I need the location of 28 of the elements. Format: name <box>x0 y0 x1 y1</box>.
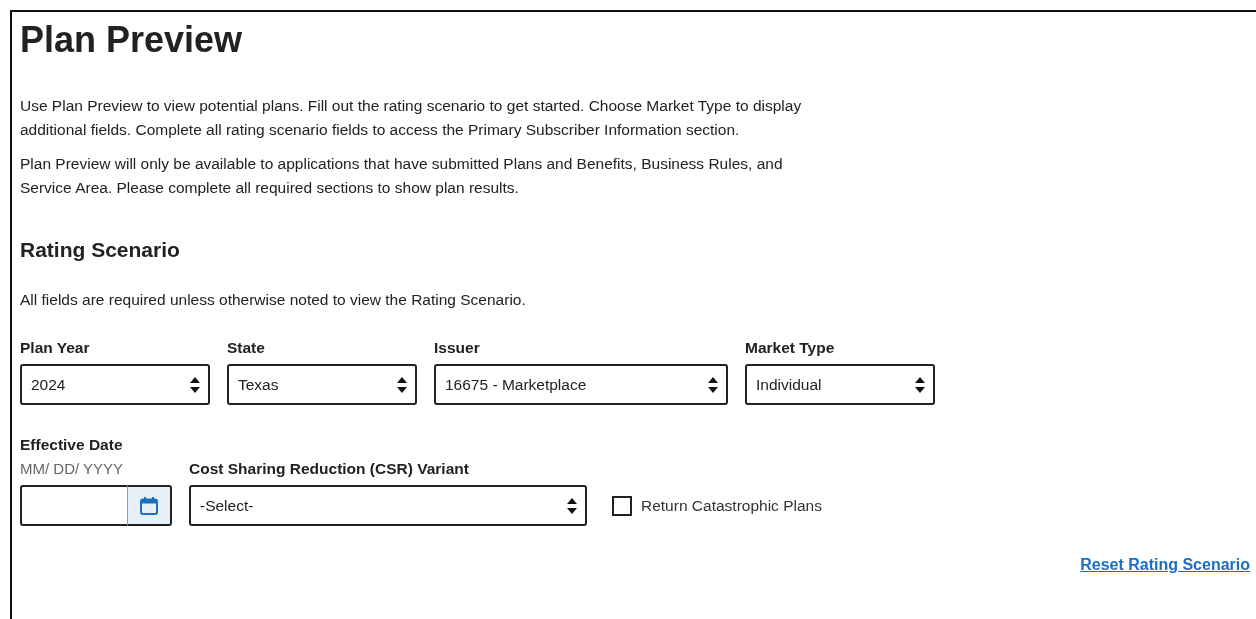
calendar-icon <box>139 495 159 516</box>
updown-arrows-icon <box>567 497 577 514</box>
date-format-hint: MM/ DD/ YYYY <box>20 459 125 479</box>
field-label: Plan Year <box>20 338 91 358</box>
updown-arrows-icon <box>915 376 925 393</box>
reset-link[interactable]: Reset Rating Scenario <box>1080 556 1250 574</box>
field-label: Cost Sharing Reduction (CSR) Variant <box>189 459 470 479</box>
intro-paragraph: Plan Preview will only be available to applications that have submitted Plans and Benefits, Business Rules, and Service Area. Please complete all required sections to show plan results. <box>20 154 784 198</box>
section-note: All fields are required unless otherwise noted to view the Rating Scenario. <box>20 290 527 310</box>
field-label: Issuer <box>434 338 481 358</box>
section-heading: Rating Scenario <box>20 237 181 263</box>
checkbox[interactable] <box>612 495 632 516</box>
field-label: Effective Date <box>20 435 124 455</box>
calendar-button[interactable] <box>128 485 172 526</box>
dropdown[interactable]: -Select- <box>189 485 587 526</box>
updown-arrows-icon <box>190 376 200 393</box>
date-field[interactable] <box>20 485 128 526</box>
updown-arrows-icon <box>397 376 407 393</box>
dropdown[interactable]: 16675 - Marketplace <box>434 364 728 405</box>
checkbox-label: Return Catastrophic Plans <box>641 496 822 515</box>
updown-arrows-icon <box>708 376 718 393</box>
field-label: State <box>227 338 266 358</box>
dropdown[interactable]: 2024 <box>20 364 210 405</box>
page-title: Plan Preview <box>20 18 244 62</box>
dropdown[interactable]: Individual <box>745 364 935 405</box>
field-label: Market Type <box>745 338 836 358</box>
intro-paragraph: Use Plan Preview to view potential plans. Fill out the rating scenario to get started. Choose Market Type to display additional fields. Complete all rating scenario fields to access the Primary Subscriber Information section. <box>20 96 803 140</box>
dropdown[interactable]: Texas <box>227 364 417 405</box>
